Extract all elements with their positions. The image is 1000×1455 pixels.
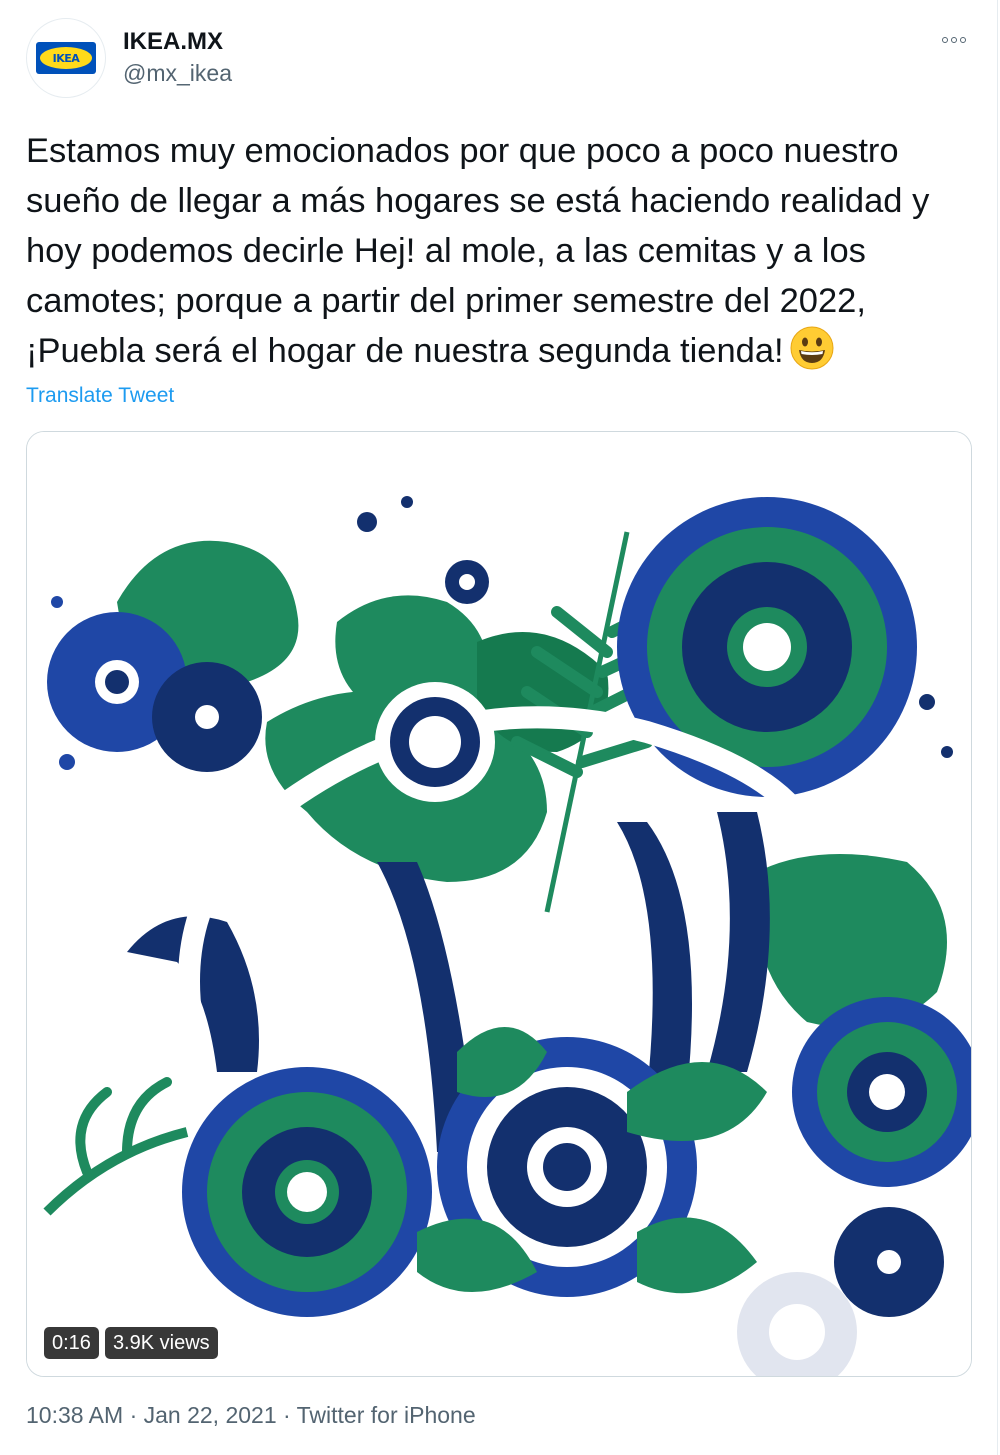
tweet-timestamp[interactable]: 10:38 AM · Jan 22, 2021 · Twitter for iP…: [26, 1402, 476, 1429]
video-player[interactable]: 0:16 3.9K views: [26, 431, 972, 1377]
video-duration: 0:16: [44, 1327, 99, 1359]
video-badges: 0:16 3.9K views: [44, 1327, 218, 1359]
video-thumbnail: [27, 432, 971, 1376]
tweet-card: IKEA IKEA.MX @mx_ikea Estamos muy emocio…: [0, 0, 998, 1455]
ikea-logo: IKEA: [36, 42, 96, 74]
logo-text: IKEA: [52, 51, 80, 65]
video-views: 3.9K views: [104, 1327, 218, 1359]
tweet-text: Estamos muy emocionados por que poco a p…: [26, 126, 976, 376]
grinning-face-icon: [790, 326, 834, 370]
more-options-icon[interactable]: [942, 30, 972, 50]
translate-tweet-link[interactable]: Translate Tweet: [26, 384, 174, 408]
user-handle[interactable]: @mx_ikea: [123, 60, 232, 87]
display-name[interactable]: IKEA.MX: [123, 28, 223, 56]
avatar[interactable]: IKEA: [26, 18, 106, 98]
